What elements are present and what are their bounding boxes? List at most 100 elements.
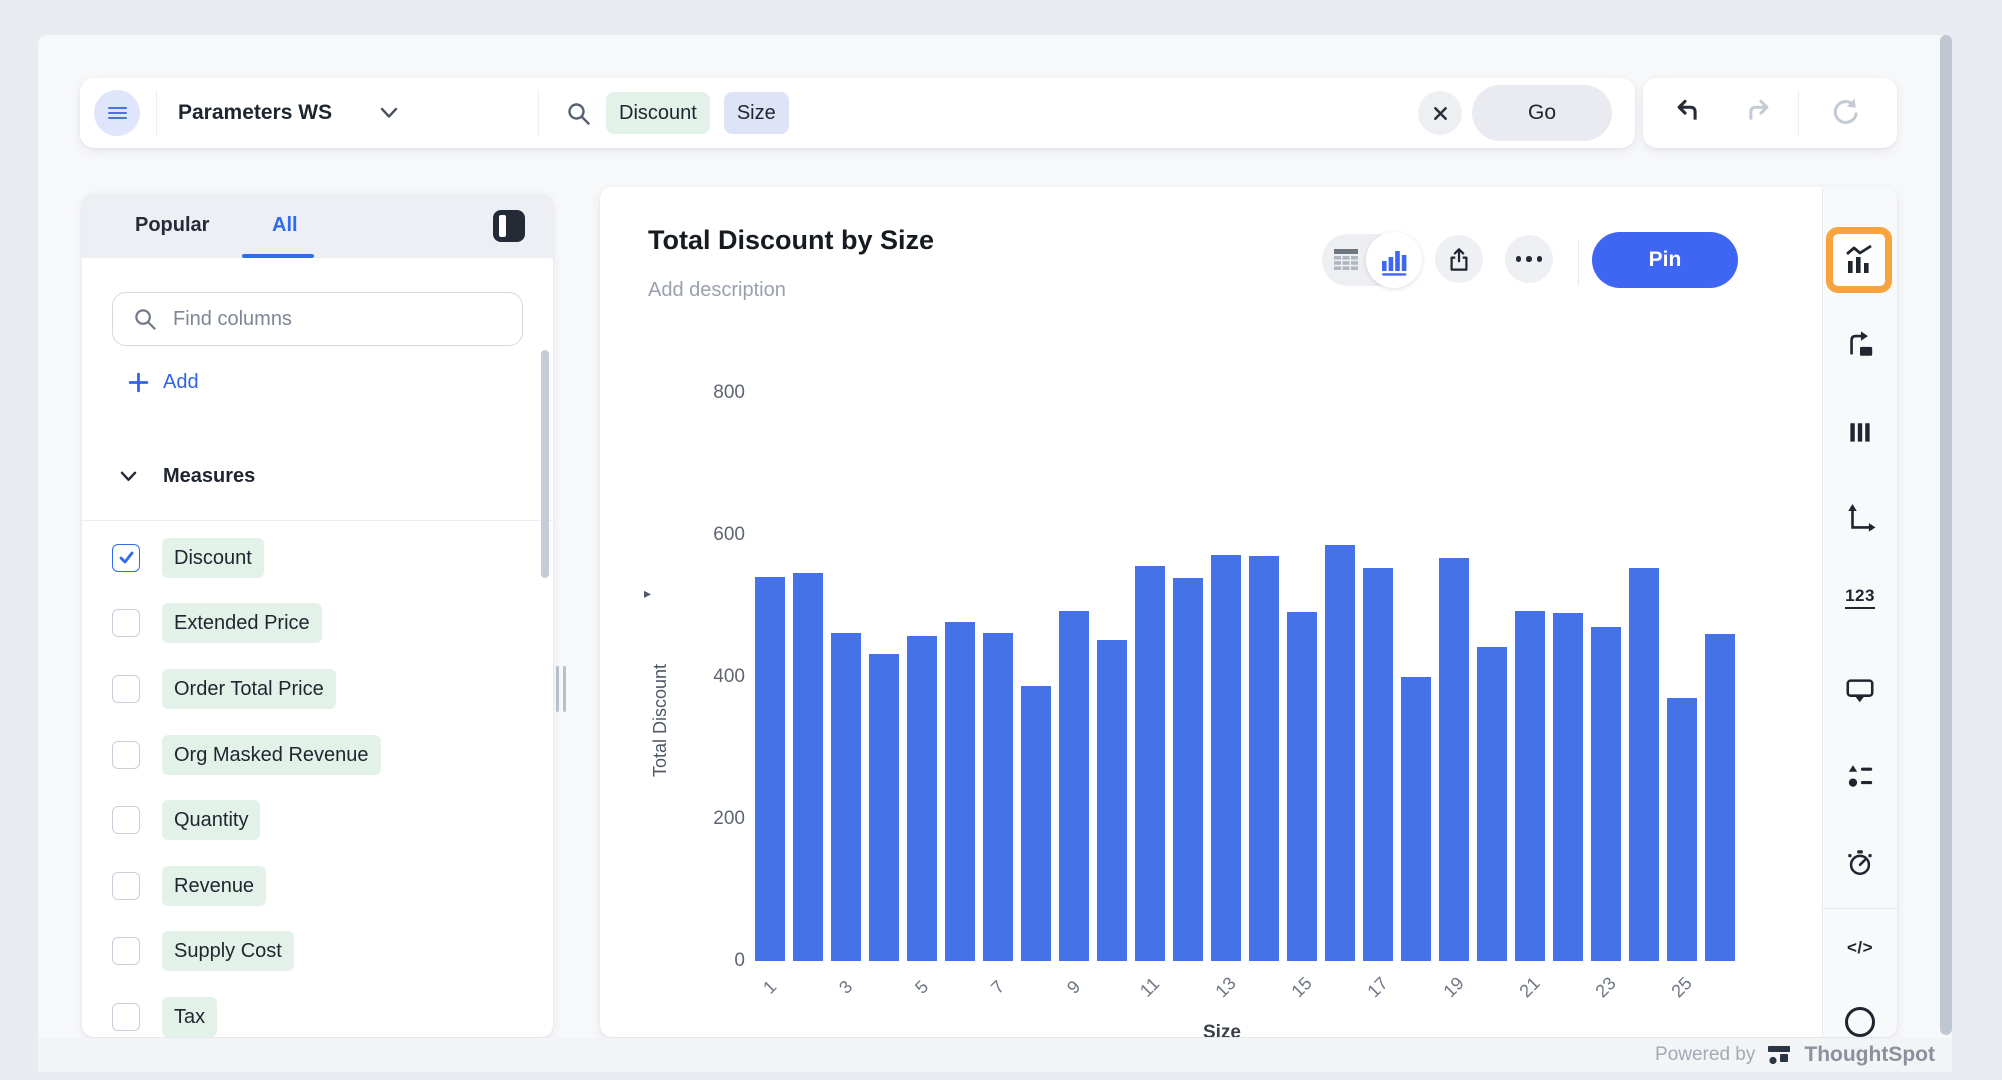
bar-size-5[interactable]: [907, 636, 937, 961]
add-column-button[interactable]: Add: [128, 371, 199, 394]
bar-size-19[interactable]: [1439, 558, 1469, 961]
more-settings-button[interactable]: [1845, 1007, 1875, 1037]
measure-token[interactable]: Quantity: [162, 800, 260, 840]
bar-size-9[interactable]: [1059, 611, 1089, 961]
chevron-down-icon: [120, 470, 137, 483]
measure-token[interactable]: Discount: [162, 538, 264, 578]
measure-row[interactable]: Org Masked Revenue: [82, 722, 542, 788]
bar-size-21[interactable]: [1515, 611, 1545, 961]
change-visualization-button[interactable]: [1845, 330, 1875, 360]
measure-row[interactable]: Discount: [82, 525, 542, 591]
chevron-down-icon[interactable]: [380, 106, 398, 120]
bar-size-13[interactable]: [1211, 555, 1241, 961]
bar-size-2[interactable]: [793, 573, 823, 961]
measure-token[interactable]: Extended Price: [162, 603, 322, 643]
measure-token[interactable]: Org Masked Revenue: [162, 735, 381, 775]
bar-size-17[interactable]: [1363, 568, 1393, 961]
code-icon: </>: [1847, 938, 1873, 958]
number-format-button[interactable]: 123: [1845, 582, 1875, 612]
search-token-size[interactable]: Size: [724, 92, 789, 134]
tooltip-button[interactable]: [1845, 676, 1875, 706]
checkbox[interactable]: [112, 544, 140, 572]
columns-icon: [1846, 418, 1874, 446]
tab-popular[interactable]: Popular: [135, 193, 209, 258]
redo-button[interactable]: [1741, 96, 1775, 122]
measures-section-header[interactable]: Measures: [120, 465, 255, 488]
bar-size-20[interactable]: [1477, 647, 1507, 961]
bar-size-8[interactable]: [1021, 686, 1051, 961]
checkbox[interactable]: [112, 675, 140, 703]
bar-size-26[interactable]: [1705, 634, 1735, 961]
x-tick-label: 13: [1204, 966, 1247, 1009]
bar-size-11[interactable]: [1135, 566, 1165, 961]
columns-button[interactable]: [1845, 417, 1875, 447]
checkbox[interactable]: [112, 609, 140, 637]
table-chart-toggle[interactable]: [1322, 234, 1420, 286]
checkbox[interactable]: [112, 806, 140, 834]
more-options-button[interactable]: [1505, 235, 1553, 283]
bar-size-18[interactable]: [1401, 677, 1431, 961]
bar-size-10[interactable]: [1097, 640, 1127, 961]
add-description-placeholder[interactable]: Add description: [648, 279, 786, 302]
measure-row[interactable]: Quantity: [82, 787, 542, 853]
bar-size-25[interactable]: [1667, 698, 1697, 961]
y-axis-title[interactable]: Total Discount: [650, 664, 671, 777]
worksheet-name[interactable]: Parameters WS: [178, 78, 332, 148]
measure-row[interactable]: Extended Price: [82, 591, 542, 657]
bar-size-15[interactable]: [1287, 612, 1317, 961]
bar-size-6[interactable]: [945, 622, 975, 961]
checkbox[interactable]: [112, 741, 140, 769]
measure-token[interactable]: Tax: [162, 997, 217, 1037]
collapse-panel-button[interactable]: [493, 210, 525, 242]
bar-size-3[interactable]: [831, 633, 861, 961]
measure-token[interactable]: Revenue: [162, 866, 266, 906]
bar-size-23[interactable]: [1591, 627, 1621, 961]
checkbox[interactable]: [112, 1003, 140, 1031]
undo-button[interactable]: [1671, 96, 1705, 122]
panel-scrollbar[interactable]: [541, 350, 549, 578]
bar-size-14[interactable]: [1249, 556, 1279, 961]
plus-icon: [128, 372, 149, 393]
more-settings-icon: [1843, 1005, 1877, 1037]
bar-size-12[interactable]: [1173, 578, 1203, 961]
measure-row[interactable]: Tax: [82, 984, 542, 1037]
axes-button[interactable]: [1845, 503, 1875, 533]
bar-size-24[interactable]: [1629, 568, 1659, 961]
hamburger-menu-button[interactable]: [94, 90, 140, 136]
panel-resize-handle[interactable]: [556, 666, 566, 712]
go-button[interactable]: Go: [1472, 85, 1612, 141]
checkbox[interactable]: [112, 937, 140, 965]
bar-size-7[interactable]: [983, 633, 1013, 961]
measure-row[interactable]: Order Total Price: [82, 656, 542, 722]
bar-size-1[interactable]: [755, 577, 785, 961]
bar-size-16[interactable]: [1325, 545, 1355, 961]
divider: [156, 90, 157, 136]
timer-button[interactable]: [1845, 847, 1875, 877]
pin-button[interactable]: Pin: [1592, 232, 1738, 288]
search-bar: Parameters WS Discount Size Go: [80, 78, 1635, 148]
chart-config-button[interactable]: [1826, 227, 1892, 293]
x-axis-title[interactable]: Size: [1182, 1022, 1262, 1037]
measure-token[interactable]: Supply Cost: [162, 931, 294, 971]
find-columns-input[interactable]: Find columns: [112, 292, 523, 346]
table-view-icon[interactable]: [1333, 247, 1359, 271]
legend-button[interactable]: [1845, 761, 1875, 791]
share-button[interactable]: [1435, 235, 1483, 283]
chart-view-selected[interactable]: [1366, 232, 1422, 288]
answer-title[interactable]: Total Discount by Size: [648, 225, 934, 256]
measure-row[interactable]: Revenue: [82, 853, 542, 919]
x-tick-label: 19: [1432, 966, 1475, 1009]
checkbox[interactable]: [112, 872, 140, 900]
scrollbar[interactable]: [1940, 35, 1952, 1035]
code-button[interactable]: </>: [1845, 933, 1875, 963]
bar-size-22[interactable]: [1553, 613, 1583, 961]
y-tick-label: 200: [675, 808, 745, 830]
measure-token[interactable]: Order Total Price: [162, 669, 336, 709]
measure-row[interactable]: Supply Cost: [82, 919, 542, 985]
tab-all[interactable]: All: [272, 193, 298, 258]
search-token-discount[interactable]: Discount: [606, 92, 710, 134]
x-tick-label: 1: [748, 966, 791, 1009]
bar-size-4[interactable]: [869, 654, 899, 961]
reset-button[interactable]: [1829, 96, 1861, 128]
clear-search-button[interactable]: [1418, 91, 1462, 135]
